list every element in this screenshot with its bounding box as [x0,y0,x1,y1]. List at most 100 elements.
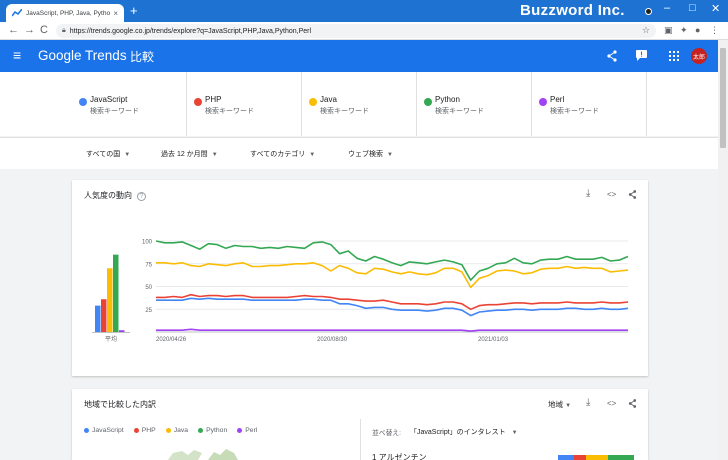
series-line-java [156,262,629,289]
term-name: Python [435,95,460,104]
legend-item: Perl [237,427,257,434]
chrome-menu-icon[interactable]: ⋮ [710,25,719,36]
browser-tab[interactable]: JavaScript, PHP, Java, Python, Per × [6,4,124,22]
region-select[interactable]: 地域 ▼ [548,399,571,410]
browser-titlebar: JavaScript, PHP, Java, Python, Per × + B… [0,0,728,22]
x-tick-label: 2021/01/03 [478,337,509,343]
x-tick-label: 2020/08/30 [317,337,348,343]
address-bar: ← → C 🔒︎ https://trends.google.co.jp/tre… [0,22,728,40]
extension-icon[interactable]: ▣ [664,25,673,36]
chevron-down-icon: ▼ [511,430,518,436]
avatar[interactable]: 太郎 [691,48,707,64]
term-java[interactable]: Java 検索キーワード [302,72,417,136]
lock-icon: 🔒︎ [62,27,66,34]
google-trends-logo[interactable]: Google Trends [38,48,127,63]
chevron-down-icon: ▼ [211,152,218,158]
profile-dot-icon [645,8,652,15]
embed-icon[interactable]: <> [607,399,616,408]
term-name: JavaScript [90,95,128,104]
reload-button[interactable]: C [40,24,48,36]
term-type: 検索キーワード [320,108,369,115]
chevron-down-icon: ▼ [387,152,393,158]
legend-label: Java [173,427,189,434]
term-perl[interactable]: Perl 検索キーワード [532,72,647,136]
term-name: Java [320,95,337,104]
region-bar-php [574,455,586,460]
new-tab-button[interactable]: + [130,4,138,18]
series-line-javascript [156,297,629,317]
trends-favicon-icon [12,9,22,17]
average-bar-java [107,268,113,332]
world-map[interactable] [168,447,268,460]
minimize-button[interactable]: – [664,2,670,14]
average-bar-perl [119,330,125,332]
category-filter[interactable]: すべてのカテゴリ ▼ [250,149,315,159]
url-bar[interactable]: 🔒︎ https://trends.google.co.jp/trends/ex… [56,24,656,38]
filter-label: ウェブ検索 [348,151,383,158]
series-line-php [156,293,629,311]
legend-label: PHP [141,427,156,434]
term-javascript[interactable]: JavaScript 検索キーワード [72,72,187,136]
sort-select[interactable]: 「JavaScript」のインタレスト ▼ [410,427,518,437]
divider [360,419,361,460]
time-filter[interactable]: 過去 12 か月間 ▼ [161,149,218,159]
puzzle-icon[interactable]: ✦ [680,25,688,36]
legend-dot [198,427,204,433]
bookmark-star-icon[interactable]: ☆ [642,25,650,36]
logo-trends: Trends [81,48,127,63]
legend-label: JavaScript [92,427,124,434]
compared-breakdown-card: 地域で比較した内訳 地域 ▼ ⤓ <> JavaScript PHP Java … [72,389,648,460]
search-terms-bar: JavaScript 検索キーワード PHP 検索キーワード Java 検索キー… [0,72,718,136]
y-tick-label: 50 [145,285,152,291]
legend-item: Python [198,427,227,434]
back-button[interactable]: ← [8,24,19,36]
interest-line-chart: 25 50 75 100 2020/04/26 2020/08/30 2021/01/03 平… [92,240,629,343]
apps-grid-icon[interactable] [669,51,679,61]
legend-item: PHP [133,427,156,434]
tab-close-icon[interactable]: × [113,9,118,18]
legend-dot [133,427,139,433]
country-filter[interactable]: すべての国 ▼ [86,149,130,159]
x-tick-label: 2020/04/26 [156,337,187,343]
tab-title: JavaScript, PHP, Java, Python, Per [26,9,111,17]
y-tick-label: 75 [145,262,152,268]
term-color-dot [79,98,87,106]
average-bar-python [113,254,119,332]
term-php[interactable]: PHP 検索キーワード [187,72,302,136]
card-title: 地域で比較した内訳 [84,400,156,409]
term-type: 検索キーワード [205,108,254,115]
region-bar-java [586,455,608,460]
download-icon[interactable]: ⤓ [586,397,590,408]
legend-label: Python [206,427,228,434]
term-name: PHP [205,95,222,104]
term-color-dot [309,98,317,106]
forward-button[interactable]: → [24,24,35,36]
account-icon[interactable]: ● [695,25,700,35]
share-icon[interactable] [628,399,637,408]
term-python[interactable]: Python 検索キーワード [417,72,532,136]
close-window-button[interactable]: ✕ [711,2,720,15]
term-color-dot [539,98,547,106]
series-line-perl [156,328,628,332]
term-type: 検索キーワード [435,108,484,115]
trends-header: ≡ Google Trends 比較 太郎 [0,40,718,72]
sort-select-value: 「JavaScript」のインタレスト [410,429,506,436]
chevron-down-icon: ▼ [309,152,316,158]
filter-label: すべてのカテゴリ [250,151,306,158]
region-bar-javascript [558,455,574,460]
interest-over-time-card: 人気度の動向? ⤓ <> 25 50 75 100 2020/04/26 2020/08/… [72,180,648,376]
feedback-icon[interactable] [636,50,647,61]
page-title: 比較 [130,50,155,64]
search-type-filter[interactable]: ウェブ検索 ▼ [348,149,393,159]
term-name: Perl [550,95,565,104]
chevron-down-icon: ▼ [565,403,572,409]
term-type: 検索キーワード [550,108,599,115]
legend-item: Java [165,427,189,434]
share-icon[interactable] [606,50,618,62]
y-tick-label: 100 [142,240,153,246]
region-bar-python [608,455,634,460]
scrollbar-thumb[interactable] [720,48,726,148]
menu-icon[interactable]: ≡ [13,47,21,63]
region-row[interactable]: 1 アルゼンチン [372,452,427,460]
maximize-button[interactable]: □ [689,2,696,14]
